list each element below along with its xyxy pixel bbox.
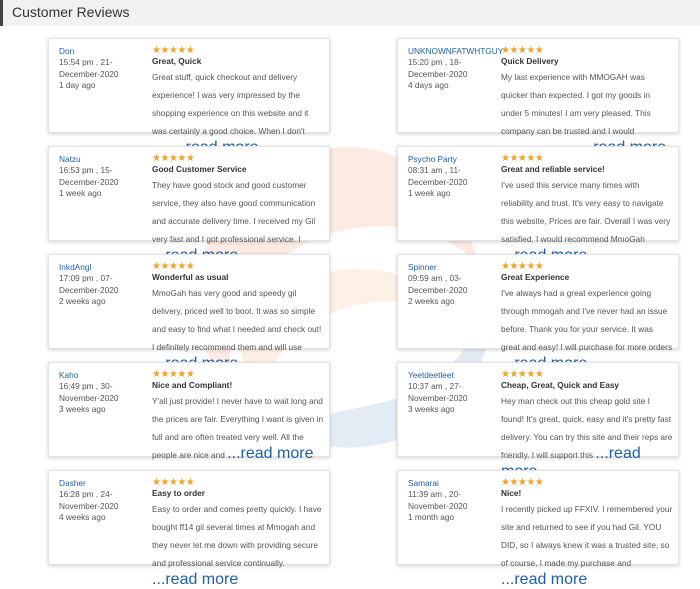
review-meta: Dasher 16:28 pm , 24-November-2020 4 wee…	[59, 478, 151, 523]
review-datetime: 16:28 pm , 24-November-2020	[59, 489, 119, 511]
review-datetime: 16:53 pm , 15-December-2020	[59, 165, 119, 187]
review-body: I've used this service many times with r…	[501, 180, 671, 245]
rating-stars-icon: ★★★★★	[501, 45, 544, 56]
review-content: ★★★★★ Nice and Compliant! Y'all just pro…	[152, 369, 324, 463]
review-body: They have good stock and good customer s…	[152, 180, 316, 245]
review-body: Easy to order and comes pretty quickly. …	[152, 504, 322, 569]
review-meta: Samarai 11:39 am , 20-November-2020 1 mo…	[408, 478, 500, 523]
review-datetime: 11:39 am , 20-November-2020	[408, 489, 468, 511]
review-body: MmoGah has very good and speedy gil deli…	[152, 288, 322, 353]
review-body: Hey man check out this cheap gold site I…	[501, 396, 673, 461]
review-age: 4 days ago	[408, 79, 449, 90]
reviewer-name[interactable]: Natzu	[59, 154, 151, 165]
review-title: Easy to order	[152, 488, 206, 498]
review-content: ★★★★★ Easy to order Easy to order and co…	[152, 477, 324, 589]
rating-stars-icon: ★★★★★	[501, 261, 544, 272]
review-content: ★★★★★ Quick Delivery My last experience …	[501, 45, 673, 157]
review-card: Kaho 16:49 pm , 30-November-2020 3 weeks…	[48, 362, 330, 462]
rating-stars-icon: ★★★★★	[501, 369, 544, 380]
rating-stars-icon: ★★★★★	[152, 369, 195, 380]
reviewer-name[interactable]: Don	[59, 46, 151, 57]
review-body: I recently picked up FFXIV. I remembered…	[501, 504, 673, 569]
review-content: ★★★★★ Great Experience I've always had a…	[501, 261, 673, 373]
review-title: Great and reliable service!	[501, 164, 605, 174]
review-title: Nice!	[501, 488, 522, 498]
review-title: Wonderful as usual	[152, 272, 229, 282]
read-more-link[interactable]: ...read more	[227, 445, 313, 462]
review-age: 4 weeks ago	[59, 511, 106, 522]
review-age: 2 weeks ago	[408, 295, 455, 306]
read-more-link[interactable]: ...read more	[152, 571, 238, 588]
review-content: ★★★★★ Great and reliable service! I've u…	[501, 153, 673, 265]
rating-stars-icon: ★★★★★	[152, 153, 195, 164]
review-meta: Psycho Party 08:31 am , 11-December-2020…	[408, 154, 500, 199]
review-content: ★★★★★ Nice! I recently picked up FFXIV. …	[501, 477, 673, 589]
reviewer-name[interactable]: Psycho Party	[408, 154, 500, 165]
review-card: Psycho Party 08:31 am , 11-December-2020…	[397, 146, 679, 264]
review-body: I've always had a great experience going…	[501, 288, 673, 353]
review-meta: UNKNOWNFATWHTGUY 15:20 pm , 18-December-…	[408, 46, 503, 91]
review-card: Natzu 16:53 pm , 15-December-2020 1 week…	[48, 146, 330, 264]
review-card: Dasher 16:28 pm , 24-November-2020 4 wee…	[48, 470, 330, 588]
reviewer-name[interactable]: InkdAngl	[59, 262, 151, 273]
read-more-link[interactable]: ...read more	[501, 571, 587, 588]
review-age: 3 weeks ago	[59, 403, 106, 414]
review-card: InkdAngl 17:09 pm , 07-December-2020 2 w…	[48, 254, 330, 372]
review-meta: Yeetdeetleet 10:37 am , 27-November-2020…	[408, 370, 500, 415]
review-age: 3 weeks ago	[408, 403, 455, 414]
review-title: Nice and Compliant!	[152, 380, 233, 390]
review-content: ★★★★★ Good Customer Service They have go…	[152, 153, 324, 265]
review-datetime: 17:09 pm , 07-December-2020	[59, 273, 119, 295]
review-datetime: 09:59 am , 03-December-2020	[408, 273, 468, 295]
review-content: ★★★★★ Great, Quick Great stuff, quick ch…	[152, 45, 324, 157]
reviewer-name[interactable]: UNKNOWNFATWHTGUY	[408, 46, 503, 57]
review-card: Don 15:54 pm , 21-December-2020 1 day ag…	[48, 38, 330, 156]
review-datetime: 10:37 am , 27-November-2020	[408, 381, 468, 403]
section-title: Customer Reviews	[12, 4, 130, 20]
reviewer-name[interactable]: Kaho	[59, 370, 151, 381]
review-card: Samarai 11:39 am , 20-November-2020 1 mo…	[397, 470, 679, 588]
review-card: UNKNOWNFATWHTGUY 15:20 pm , 18-December-…	[397, 38, 679, 156]
review-age: 1 month ago	[408, 511, 455, 522]
review-age: 1 day ago	[59, 79, 96, 90]
reviewer-name[interactable]: Dasher	[59, 478, 151, 489]
reviewer-name[interactable]: Samarai	[408, 478, 500, 489]
review-age: 1 week ago	[59, 187, 102, 198]
review-title: Cheap, Great, Quick and Easy	[501, 380, 620, 390]
rating-stars-icon: ★★★★★	[152, 45, 195, 56]
reviewer-name[interactable]: Spinner	[408, 262, 500, 273]
review-content: ★★★★★ Wonderful as usual MmoGah has very…	[152, 261, 324, 373]
review-title: Great Experience	[501, 272, 570, 282]
review-content: ★★★★★ Cheap, Great, Quick and Easy Hey m…	[501, 369, 673, 481]
section-header: Customer Reviews	[0, 0, 700, 26]
review-meta: Natzu 16:53 pm , 15-December-2020 1 week…	[59, 154, 151, 199]
review-title: Quick Delivery	[501, 56, 559, 66]
review-age: 2 weeks ago	[59, 295, 106, 306]
review-meta: Spinner 09:59 am , 03-December-2020 2 we…	[408, 262, 500, 307]
review-age: 1 week ago	[408, 187, 451, 198]
review-datetime: 15:20 pm , 18-December-2020	[408, 57, 468, 79]
review-meta: InkdAngl 17:09 pm , 07-December-2020 2 w…	[59, 262, 151, 307]
rating-stars-icon: ★★★★★	[152, 261, 195, 272]
review-meta: Don 15:54 pm , 21-December-2020 1 day ag…	[59, 46, 151, 91]
review-meta: Kaho 16:49 pm , 30-November-2020 3 weeks…	[59, 370, 151, 415]
rating-stars-icon: ★★★★★	[152, 477, 195, 488]
rating-stars-icon: ★★★★★	[501, 153, 544, 164]
review-title: Great, Quick	[152, 56, 202, 66]
review-title: Good Customer Service	[152, 164, 247, 174]
rating-stars-icon: ★★★★★	[501, 477, 544, 488]
review-datetime: 08:31 am , 11-December-2020	[408, 165, 468, 187]
review-card: Yeetdeetleet 10:37 am , 27-November-2020…	[397, 362, 679, 480]
review-card: Spinner 09:59 am , 03-December-2020 2 we…	[397, 254, 679, 372]
review-datetime: 16:49 pm , 30-November-2020	[59, 381, 119, 403]
review-datetime: 15:54 pm , 21-December-2020	[59, 57, 119, 79]
reviewer-name[interactable]: Yeetdeetleet	[408, 370, 500, 381]
